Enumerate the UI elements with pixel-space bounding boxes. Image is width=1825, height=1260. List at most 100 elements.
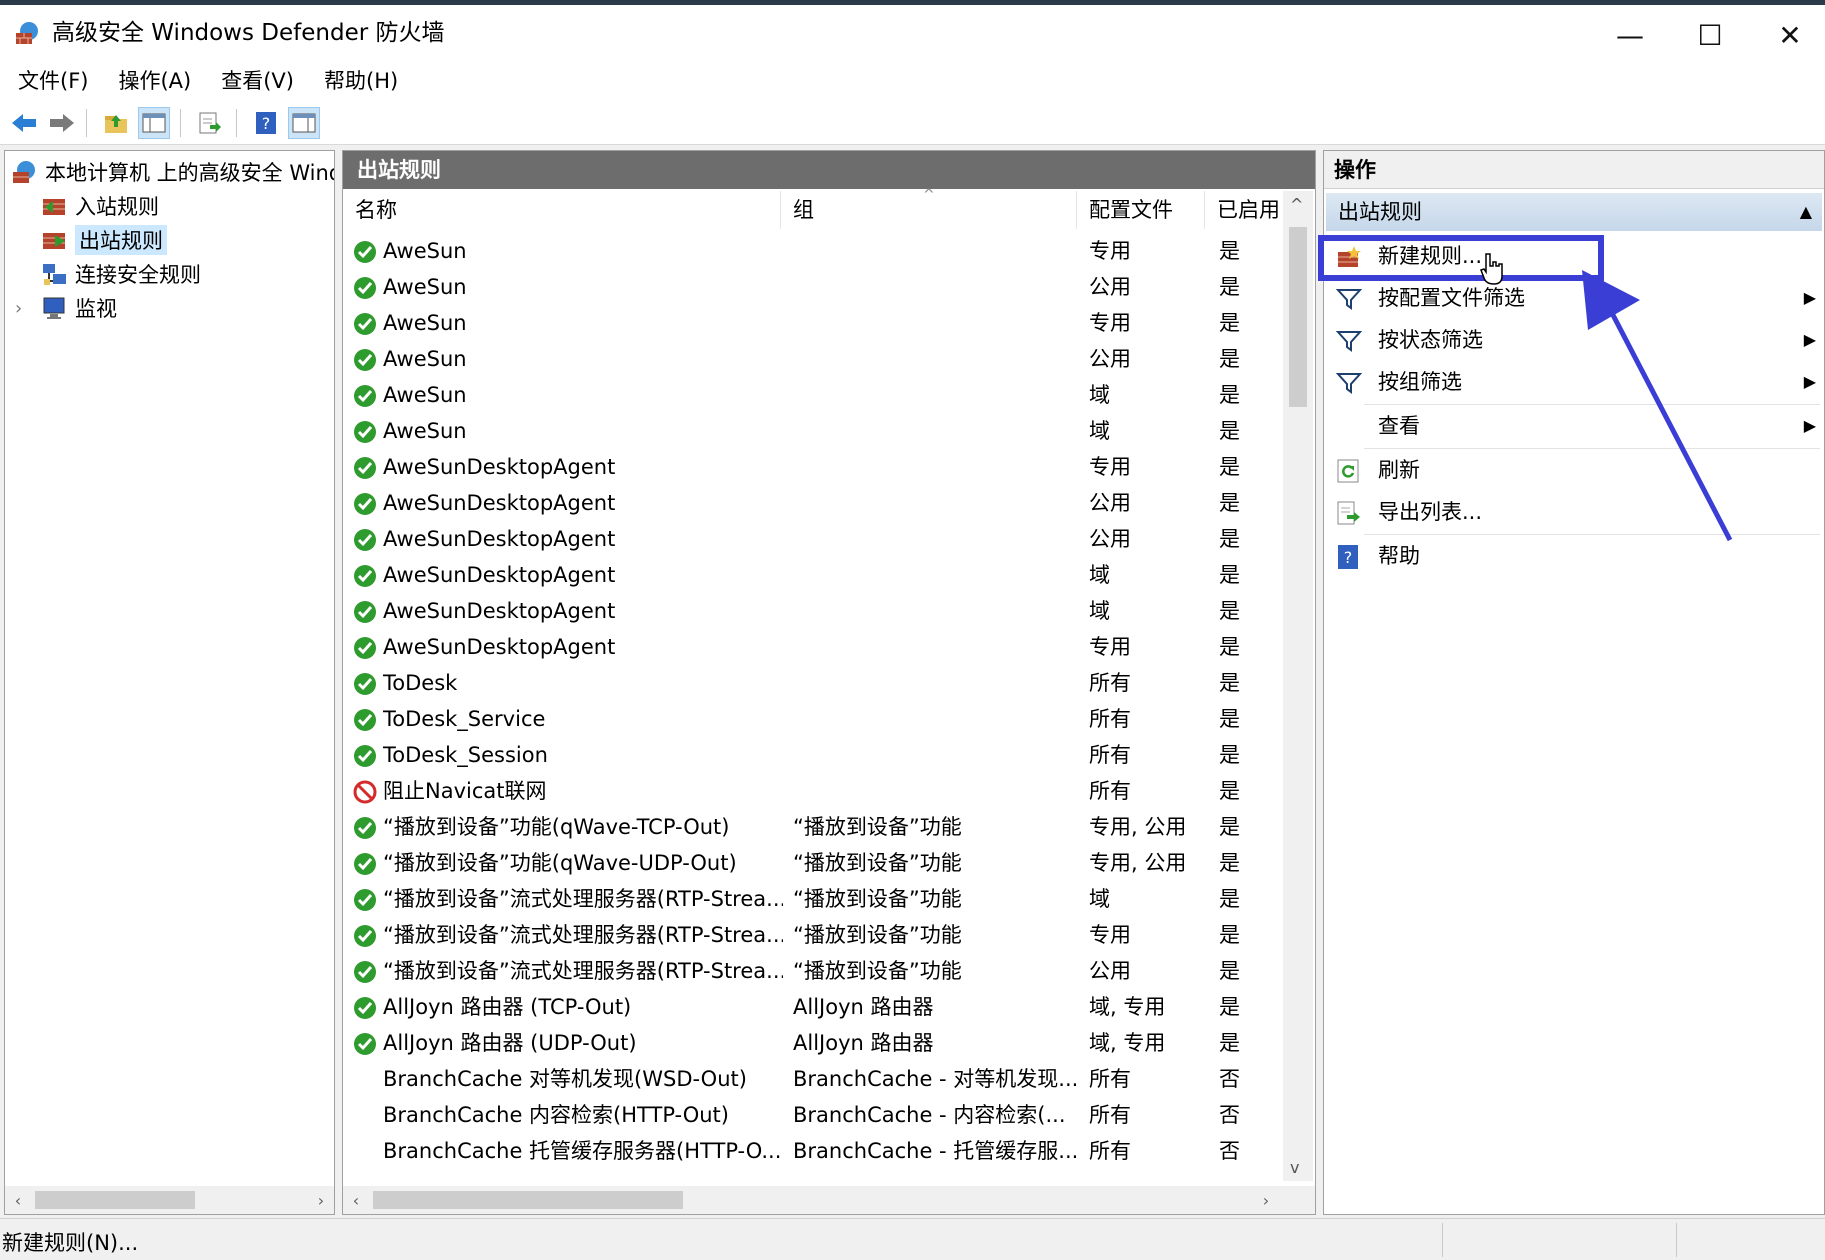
tree-item-monitoring[interactable]: › 监视 xyxy=(5,291,334,325)
action-label: 导出列表... xyxy=(1378,500,1483,524)
tree-item-inbound-rules[interactable]: 入站规则 xyxy=(5,189,334,223)
back-icon[interactable] xyxy=(8,107,40,139)
scroll-thumb[interactable] xyxy=(1289,227,1307,407)
table-row[interactable]: BranchCache 内容检索(HTTP-Out) BranchCache - … xyxy=(343,1097,1283,1133)
navigation-tree-pane: 本地计算机 上的高级安全 Windows Defender 防火墙 入站规则 出… xyxy=(4,150,335,1215)
menu-view[interactable]: 查看(V) xyxy=(207,61,308,101)
action-help[interactable]: ? 帮助 xyxy=(1332,536,1820,576)
table-row[interactable]: “播放到设备”流式处理服务器(RTP-Strea... “播放到设备”功能 公用 是 xyxy=(343,953,1283,989)
table-row[interactable]: BranchCache 对等机发现(WSD-Out) BranchCache - … xyxy=(343,1061,1283,1097)
forward-icon[interactable] xyxy=(46,107,78,139)
action-filter-by-profile[interactable]: 按配置文件筛选 ▶ xyxy=(1332,278,1820,318)
rule-enabled-cell: 是 xyxy=(1219,599,1240,623)
table-row[interactable]: AweSun 专用 是 xyxy=(343,233,1283,269)
rule-name-cell: AweSun xyxy=(383,347,467,371)
table-row[interactable]: AweSunDesktopAgent 公用 是 xyxy=(343,521,1283,557)
rule-name-cell: AweSunDesktopAgent xyxy=(383,527,616,551)
actions-section-outbound[interactable]: 出站规则 ▲ xyxy=(1326,193,1822,231)
rule-name-cell: ToDesk_Service xyxy=(383,707,546,731)
up-folder-icon[interactable] xyxy=(100,107,132,139)
rule-enabled-icon xyxy=(353,743,377,767)
column-header-name[interactable]: 名称 xyxy=(343,191,781,229)
rules-vertical-scrollbar[interactable]: ^ v xyxy=(1283,191,1313,1181)
table-row[interactable]: “播放到设备”流式处理服务器(RTP-Strea... “播放到设备”功能 专用 是 xyxy=(343,917,1283,953)
action-refresh[interactable]: 刷新 xyxy=(1332,450,1820,490)
connection-security-icon xyxy=(43,264,66,285)
table-row[interactable]: AweSunDesktopAgent 域 是 xyxy=(343,593,1283,629)
scroll-left-icon[interactable]: ‹ xyxy=(5,1186,31,1214)
help-icon[interactable]: ? xyxy=(250,107,282,139)
table-row[interactable]: AweSun 公用 是 xyxy=(343,341,1283,377)
refresh-icon xyxy=(1337,459,1359,483)
table-row[interactable]: AweSun 公用 是 xyxy=(343,269,1283,305)
rule-enabled-cell: 是 xyxy=(1219,455,1240,479)
tree-item-label: 监视 xyxy=(75,297,117,321)
table-row[interactable]: AweSunDesktopAgent 域 是 xyxy=(343,557,1283,593)
action-filter-by-group[interactable]: 按组筛选 ▶ xyxy=(1332,362,1820,402)
tree-item-label: 连接安全规则 xyxy=(75,263,201,287)
tree-item-connection-security-rules[interactable]: 连接安全规则 xyxy=(5,257,334,291)
rule-enabled-icon xyxy=(353,563,377,587)
rule-profile-cell: 专用, 公用 xyxy=(1089,851,1187,875)
table-row[interactable]: AweSunDesktopAgent 专用 是 xyxy=(343,449,1283,485)
table-row[interactable]: AweSun 域 是 xyxy=(343,413,1283,449)
rule-name-cell: AllJoyn 路由器 (TCP-Out) xyxy=(383,995,632,1019)
action-filter-by-state[interactable]: 按状态筛选 ▶ xyxy=(1332,320,1820,360)
scroll-thumb[interactable] xyxy=(373,1191,683,1209)
menu-action[interactable]: 操作(A) xyxy=(104,61,205,101)
chevron-right-icon[interactable]: › xyxy=(15,298,22,319)
rule-profile-cell: 域 xyxy=(1089,419,1110,443)
minimize-button[interactable]: — xyxy=(1595,10,1665,60)
table-row[interactable]: AweSunDesktopAgent 专用 是 xyxy=(343,629,1283,665)
table-row[interactable]: ToDesk 所有 是 xyxy=(343,665,1283,701)
maximize-button[interactable]: ☐ xyxy=(1675,10,1745,60)
scroll-thumb[interactable] xyxy=(35,1191,195,1209)
export-list-icon[interactable] xyxy=(194,107,226,139)
table-row[interactable]: BranchCache 托管缓存服务器(HTTP-O... BranchCache… xyxy=(343,1133,1283,1169)
table-row[interactable]: AweSunDesktopAgent 公用 是 xyxy=(343,485,1283,521)
column-header-profile[interactable]: 配置文件 xyxy=(1077,191,1205,229)
monitoring-icon xyxy=(43,297,65,319)
rule-profile-cell: 公用 xyxy=(1089,491,1131,515)
rule-profile-cell: 所有 xyxy=(1089,671,1131,695)
table-row[interactable]: AweSun 专用 是 xyxy=(343,305,1283,341)
scroll-right-icon[interactable]: › xyxy=(308,1186,334,1214)
table-row[interactable]: “播放到设备”功能(qWave-UDP-Out) “播放到设备”功能 专用, 公用 是 xyxy=(343,845,1283,881)
collapse-up-icon[interactable]: ▲ xyxy=(1800,193,1812,231)
table-row[interactable]: AllJoyn 路由器 (UDP-Out) AllJoyn 路由器 域, 专用 是 xyxy=(343,1025,1283,1061)
tree-root[interactable]: 本地计算机 上的高级安全 Windows Defender 防火墙 xyxy=(5,155,334,189)
table-row[interactable]: AweSun 域 是 xyxy=(343,377,1283,413)
show-hide-action-pane-icon[interactable] xyxy=(288,107,320,139)
rule-name-cell: ToDesk_Session xyxy=(383,743,548,767)
scroll-left-icon[interactable]: ‹ xyxy=(343,1186,369,1214)
rule-name-cell: AweSunDesktopAgent xyxy=(383,563,616,587)
inbound-rules-icon xyxy=(43,199,65,215)
table-row[interactable]: AllJoyn 路由器 (TCP-Out) AllJoyn 路由器 域, 专用 是 xyxy=(343,989,1283,1025)
rule-name-cell: AweSunDesktopAgent xyxy=(383,599,616,623)
rule-enabled-cell: 是 xyxy=(1219,887,1240,911)
scroll-right-icon[interactable]: › xyxy=(1253,1186,1279,1214)
status-text: 新建规则(N)... xyxy=(2,1231,139,1255)
table-row[interactable]: ToDesk_Service 所有 是 xyxy=(343,701,1283,737)
table-row[interactable]: “播放到设备”流式处理服务器(RTP-Strea... “播放到设备”功能 域 是 xyxy=(343,881,1283,917)
scroll-up-icon[interactable]: ^ xyxy=(1290,195,1303,214)
menu-file[interactable]: 文件(F) xyxy=(4,61,102,101)
tree-item-outbound-rules[interactable]: 出站规则 xyxy=(5,223,334,257)
table-row[interactable]: ToDesk_Session 所有 是 xyxy=(343,737,1283,773)
rules-horizontal-scrollbar[interactable]: ‹ › xyxy=(343,1186,1315,1214)
column-header-enabled[interactable]: 已启用 xyxy=(1205,191,1283,229)
rule-profile-cell: 公用 xyxy=(1089,959,1131,983)
tree-horizontal-scrollbar[interactable]: ‹ › xyxy=(5,1186,334,1214)
table-row[interactable]: 阻止Navicat联网 所有 是 xyxy=(343,773,1283,809)
show-hide-tree-icon[interactable] xyxy=(138,107,170,139)
close-button[interactable]: ✕ xyxy=(1755,10,1825,60)
firewall-root-icon xyxy=(13,161,35,183)
rule-name-cell: AweSun xyxy=(383,311,467,335)
action-view[interactable]: 查看 ▶ xyxy=(1332,406,1820,446)
action-export-list[interactable]: 导出列表... xyxy=(1332,492,1820,532)
rule-name-cell: “播放到设备”流式处理服务器(RTP-Strea... xyxy=(383,923,783,947)
rule-enabled-icon xyxy=(353,527,377,551)
menu-help[interactable]: 帮助(H) xyxy=(310,61,412,101)
scroll-down-icon[interactable]: v xyxy=(1290,1158,1299,1177)
table-row[interactable]: “播放到设备”功能(qWave-TCP-Out) “播放到设备”功能 专用, 公用 是 xyxy=(343,809,1283,845)
